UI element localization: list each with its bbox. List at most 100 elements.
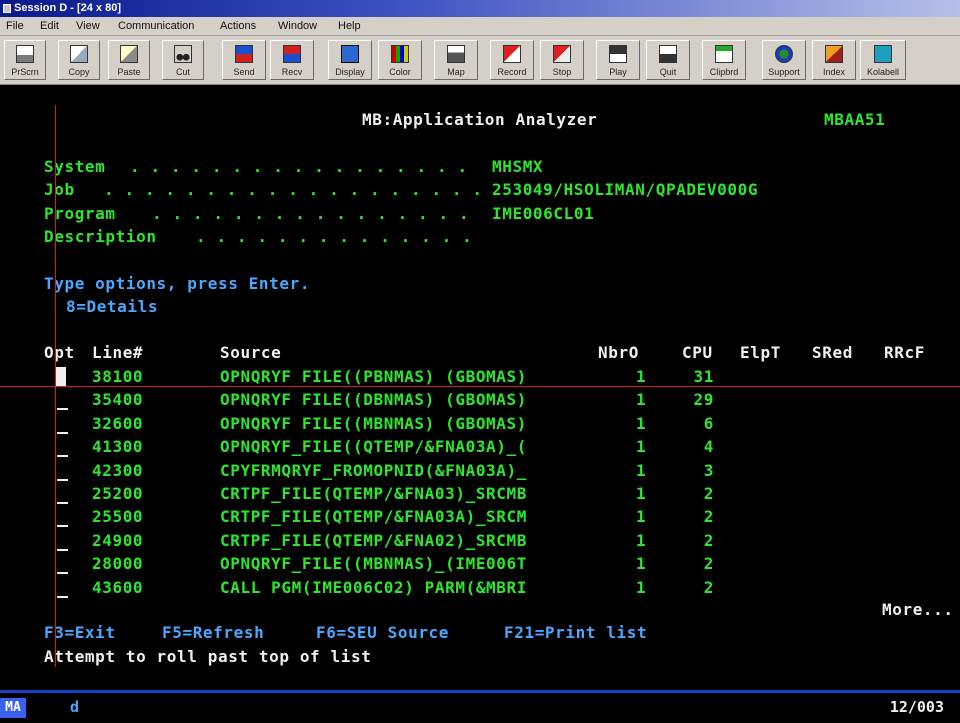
row-cpu: 6 <box>703 414 714 433</box>
more-indicator: More... <box>882 600 954 619</box>
globe-icon <box>775 45 793 63</box>
row-line-number: 43600 <box>92 578 144 597</box>
menu-actions[interactable]: Actions <box>220 17 256 35</box>
field-dots: . . . . . . . . . . . . . . . . . . . <box>104 180 483 199</box>
option-input[interactable] <box>57 455 68 457</box>
row-cpu: 2 <box>703 507 714 526</box>
send-button[interactable]: Send <box>222 40 266 80</box>
row-nbro: 1 <box>636 390 647 409</box>
palette-icon <box>391 45 409 63</box>
kolabell-icon <box>874 45 892 63</box>
paste-button[interactable]: Paste <box>108 40 150 80</box>
scissors-icon <box>174 45 192 63</box>
window-title: Session D - [24 x 80] <box>14 2 121 14</box>
receive-button[interactable]: Recv <box>270 40 314 80</box>
menu-window[interactable]: Window <box>278 17 317 35</box>
option-input[interactable] <box>57 525 68 527</box>
row-nbro: 1 <box>636 437 647 456</box>
row-cpu: 2 <box>703 578 714 597</box>
col-header-source: Source <box>220 343 282 362</box>
option-input[interactable] <box>57 502 68 504</box>
kolabell-button[interactable]: Kolabell <box>860 40 906 80</box>
row-nbro: 1 <box>636 484 647 503</box>
row-line-number: 32600 <box>92 414 144 433</box>
quit-button[interactable]: Quit <box>646 40 690 80</box>
option-input[interactable] <box>55 367 66 386</box>
row-source: CRTPF_FILE(QTEMP/&FNA03)_SRCMB <box>220 484 527 503</box>
row-line-number: 24900 <box>92 531 144 550</box>
copy-button[interactable]: Copy <box>58 40 100 80</box>
option-input[interactable] <box>57 572 68 574</box>
row-nbro: 1 <box>636 578 647 597</box>
screen-title: MB:Application Analyzer <box>362 110 598 129</box>
field-dots: . . . . . . . . . . . . . . . . . <box>130 157 468 176</box>
row-nbro: 1 <box>636 554 647 573</box>
screen-id: MBAA51 <box>824 110 886 129</box>
record-button[interactable]: Record <box>490 40 534 80</box>
row-source: CALL PGM(IME006C02) PARM(&MBRI <box>220 578 527 597</box>
stop-button[interactable]: Stop <box>540 40 584 80</box>
printer-icon <box>16 45 34 63</box>
row-source: OPNQRYF_FILE((MBNMAS)_(IME006T <box>220 554 527 573</box>
row-cpu: 2 <box>703 531 714 550</box>
menu-help[interactable]: Help <box>338 17 361 35</box>
row-source: OPNQRYF FILE((MBNMAS) (GBOMAS) <box>220 414 527 433</box>
option-input[interactable] <box>57 479 68 481</box>
copy-icon <box>70 45 88 63</box>
status-bar: MA d 12/003 <box>0 690 960 723</box>
display-button[interactable]: Display <box>328 40 372 80</box>
map-button[interactable]: Map <box>434 40 478 80</box>
cursor-position: 12/003 <box>889 698 944 716</box>
row-cpu: 3 <box>703 461 714 480</box>
support-button[interactable]: Support <box>762 40 806 80</box>
receive-file-icon <box>283 45 301 63</box>
option-input[interactable] <box>57 596 68 598</box>
status-message: Attempt to roll past top of list <box>44 647 372 666</box>
row-line-number: 41300 <box>92 437 144 456</box>
row-source: CPYFRMQRYF_FROMOPNID(&FNA03A)_ <box>220 461 527 480</box>
cut-button[interactable]: Cut <box>162 40 204 80</box>
row-line-number: 38100 <box>92 367 144 386</box>
mode-indicator: MA <box>0 698 26 718</box>
menu-edit[interactable]: Edit <box>40 17 59 35</box>
option-details: 8=Details <box>66 297 159 316</box>
row-nbro: 1 <box>636 414 647 433</box>
play-macro-icon <box>609 45 627 63</box>
col-header-rrcf: RRcF <box>884 343 925 362</box>
paste-icon <box>120 45 138 63</box>
f21-print-list-key[interactable]: F21=Print list <box>504 623 647 643</box>
program-value: IME006CL01 <box>492 204 595 223</box>
row-cpu: 29 <box>693 390 714 409</box>
stop-macro-icon <box>553 45 571 63</box>
row-nbro: 1 <box>636 367 647 386</box>
color-button[interactable]: Color <box>378 40 422 80</box>
option-input[interactable] <box>57 432 68 434</box>
system-menu-icon[interactable] <box>3 4 11 13</box>
row-cpu: 31 <box>693 367 714 386</box>
f6-seu-source-key[interactable]: F6=SEU Source <box>316 623 449 643</box>
index-button[interactable]: Index <box>812 40 856 80</box>
clipboard-button[interactable]: Clipbrd <box>702 40 746 80</box>
instructions: Type options, press Enter. <box>44 274 311 293</box>
record-macro-icon <box>503 45 521 63</box>
col-header-line: Line# <box>92 343 144 362</box>
menu-communication[interactable]: Communication <box>118 17 194 35</box>
clipboard-icon <box>715 45 733 63</box>
option-input[interactable] <box>57 408 68 410</box>
col-header-cpu: CPU <box>682 343 713 362</box>
option-input[interactable] <box>57 549 68 551</box>
print-screen-button[interactable]: PrScrn <box>4 40 46 80</box>
window-title-bar[interactable]: Session D - [24 x 80] <box>0 0 960 17</box>
row-nbro: 1 <box>636 531 647 550</box>
toolbar: PrScrn Copy Paste Cut Send Recv Display … <box>0 36 960 85</box>
menu-view[interactable]: View <box>76 17 100 35</box>
row-line-number: 25500 <box>92 507 144 526</box>
col-header-opt: Opt <box>44 343 75 362</box>
menu-file[interactable]: File <box>6 17 24 35</box>
quit-macro-icon <box>659 45 677 63</box>
row-source: CRTPF_FILE(QTEMP/&FNA03A)_SRCM <box>220 507 527 526</box>
row-line-number: 42300 <box>92 461 144 480</box>
f5-refresh-key[interactable]: F5=Refresh <box>162 623 264 643</box>
play-button[interactable]: Play <box>596 40 640 80</box>
row-line-number: 35400 <box>92 390 144 409</box>
